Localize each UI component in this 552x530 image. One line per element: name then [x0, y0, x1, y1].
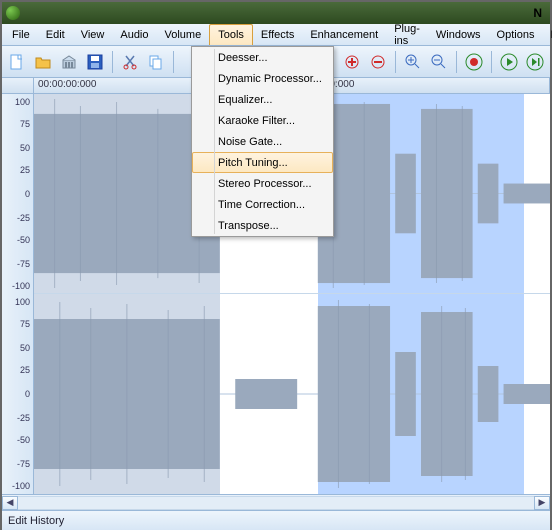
save-icon[interactable] [84, 51, 106, 73]
record-icon[interactable] [463, 51, 485, 73]
open-file-icon[interactable] [32, 51, 54, 73]
tools-dropdown: Deesser... Dynamic Processor... Equalize… [191, 46, 334, 237]
menu-windows[interactable]: Windows [428, 24, 489, 45]
scroll-right-icon[interactable]: ▶ [534, 496, 550, 510]
menu-options[interactable]: Options [489, 24, 543, 45]
menu-view[interactable]: View [73, 24, 113, 45]
marker-remove-icon[interactable] [367, 51, 389, 73]
menu-enhancement[interactable]: Enhancement [302, 24, 386, 45]
menu-help[interactable]: Help [542, 24, 552, 45]
zoom-in-icon[interactable] [402, 51, 424, 73]
titlebar: N [2, 2, 550, 24]
cut-icon[interactable] [119, 51, 141, 73]
new-file-icon[interactable] [6, 51, 28, 73]
scroll-left-icon[interactable]: ◀ [2, 496, 18, 510]
channel-right [34, 294, 550, 494]
menu-volume[interactable]: Volume [157, 24, 210, 45]
status-text: Edit History [8, 515, 64, 527]
menu-tools[interactable]: Tools [209, 24, 253, 45]
app-icon [6, 6, 20, 20]
marker-add-icon[interactable] [341, 51, 363, 73]
menu-plugins[interactable]: Plug-ins [386, 24, 428, 45]
play-loop-icon[interactable] [524, 51, 546, 73]
title-text: N [533, 6, 546, 20]
menu-edit[interactable]: Edit [38, 24, 73, 45]
statusbar: Edit History [2, 510, 550, 530]
menubar: File Edit View Audio Volume Tools Effect… [2, 24, 550, 46]
play-icon[interactable] [498, 51, 520, 73]
menu-audio[interactable]: Audio [112, 24, 156, 45]
zoom-out-icon[interactable] [428, 51, 450, 73]
horizontal-scrollbar[interactable]: ◀ ▶ [2, 494, 550, 510]
menu-effects[interactable]: Effects [253, 24, 302, 45]
copy-icon[interactable] [145, 51, 167, 73]
amplitude-gutter: 100 75 50 25 0 -25 -50 -75 -100 100 75 5… [2, 94, 34, 494]
library-icon[interactable] [58, 51, 80, 73]
scroll-track[interactable] [18, 496, 534, 510]
menu-file[interactable]: File [4, 24, 38, 45]
